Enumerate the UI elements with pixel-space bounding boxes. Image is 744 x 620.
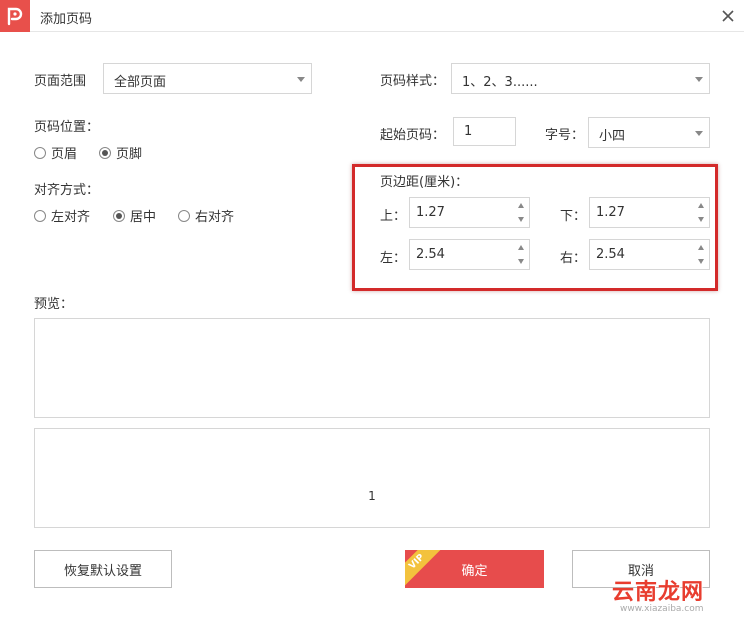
- close-icon[interactable]: [722, 10, 734, 22]
- spin-down-icon[interactable]: [698, 259, 704, 264]
- spin-down-icon[interactable]: [518, 217, 524, 222]
- alignment-label: 对齐方式：: [34, 183, 100, 198]
- radio-circle-selected[interactable]: [113, 209, 125, 222]
- radio-align-left-label: 左对齐: [51, 210, 91, 225]
- font-size-label: 字号：: [545, 128, 585, 143]
- margin-top-spinner[interactable]: 1.27: [409, 197, 530, 228]
- start-page-label: 起始页码：: [380, 128, 446, 143]
- radio-circle[interactable]: [178, 209, 190, 222]
- window-title: 添加页码: [40, 12, 93, 27]
- preview-header-area: [34, 318, 710, 418]
- spin-up-icon[interactable]: [698, 203, 704, 208]
- chevron-down-icon[interactable]: [695, 131, 703, 136]
- margin-left-value: 2.54: [416, 247, 445, 262]
- start-page-input[interactable]: 1: [453, 117, 516, 146]
- margin-top-value: 1.27: [416, 205, 445, 220]
- page-range-value: 全部页面: [114, 75, 167, 90]
- radio-header-label: 页眉: [51, 147, 78, 162]
- page-position-label: 页码位置：: [34, 120, 100, 135]
- chevron-down-icon[interactable]: [297, 77, 305, 82]
- ok-button-label: 确定: [461, 563, 488, 579]
- title-bar: 添加页码: [0, 0, 744, 32]
- page-style-value: 1、2、3......: [462, 75, 538, 90]
- page-range-select[interactable]: 全部页面: [103, 63, 312, 94]
- radio-header[interactable]: 页眉: [34, 143, 77, 162]
- margin-left-spinner[interactable]: 2.54: [409, 239, 530, 270]
- radio-circle[interactable]: [34, 146, 46, 159]
- spin-up-icon[interactable]: [518, 203, 524, 208]
- app-logo-icon: [0, 0, 30, 32]
- radio-align-right-label: 右对齐: [195, 210, 235, 225]
- margin-right-value: 2.54: [596, 247, 625, 262]
- radio-footer[interactable]: 页脚: [99, 143, 142, 162]
- margin-bottom-spinner[interactable]: 1.27: [589, 197, 710, 228]
- start-page-value: 1: [464, 124, 473, 139]
- vip-badge: VIP: [405, 550, 442, 587]
- radio-footer-label: 页脚: [116, 147, 143, 162]
- margin-bottom-label: 下：: [560, 209, 587, 224]
- font-size-value: 小四: [599, 129, 626, 144]
- radio-align-center-label: 居中: [130, 210, 157, 225]
- margin-top-label: 上：: [380, 209, 407, 224]
- ok-button[interactable]: VIP 确定: [405, 550, 544, 588]
- margin-right-spinner[interactable]: 2.54: [589, 239, 710, 270]
- preview-page-number: 1: [368, 489, 376, 503]
- close-button[interactable]: [718, 5, 738, 27]
- preview-label: 预览：: [34, 297, 74, 312]
- margin-bottom-value: 1.27: [596, 205, 625, 220]
- spin-down-icon[interactable]: [518, 259, 524, 264]
- page-style-select[interactable]: 1、2、3......: [451, 63, 710, 94]
- page-style-label: 页码样式：: [380, 74, 446, 89]
- page-range-label: 页面范围: [34, 74, 87, 89]
- spin-down-icon[interactable]: [698, 217, 704, 222]
- radio-align-right[interactable]: 右对齐: [178, 206, 234, 225]
- watermark-logo: 云南龙网: [612, 580, 705, 605]
- chevron-down-icon[interactable]: [695, 77, 703, 82]
- radio-circle[interactable]: [34, 209, 46, 222]
- spin-up-icon[interactable]: [698, 245, 704, 250]
- radio-align-left[interactable]: 左对齐: [34, 206, 90, 225]
- radio-align-center[interactable]: 居中: [113, 206, 156, 225]
- reset-defaults-button[interactable]: 恢复默认设置: [34, 550, 172, 588]
- watermark-url: www.xiazaiba.com: [620, 604, 704, 614]
- margin-right-label: 右：: [560, 251, 587, 266]
- spin-up-icon[interactable]: [518, 245, 524, 250]
- font-size-select[interactable]: 小四: [588, 117, 710, 148]
- preview-footer-area: 1: [34, 428, 710, 528]
- margins-label: 页边距(厘米)：: [380, 175, 469, 190]
- margin-left-label: 左：: [380, 251, 407, 266]
- radio-circle-selected[interactable]: [99, 146, 111, 159]
